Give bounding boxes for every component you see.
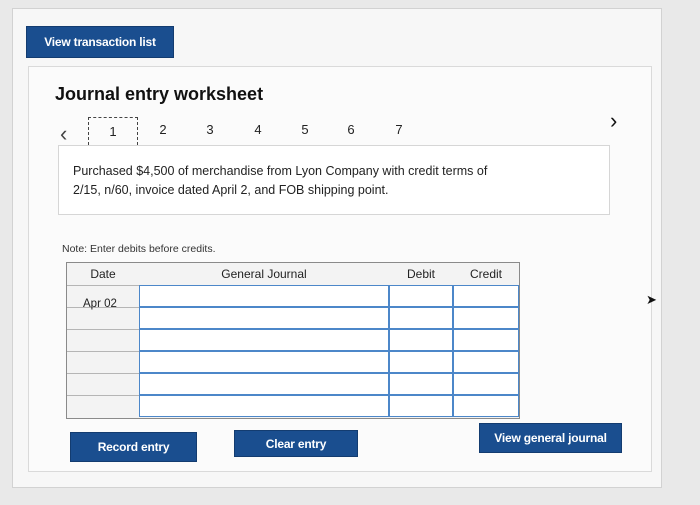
account-input-3[interactable] [139, 329, 389, 351]
credit-input-6[interactable] [453, 395, 519, 417]
credit-input-3[interactable] [453, 329, 519, 351]
debit-input-2[interactable] [389, 307, 453, 329]
account-input-4[interactable] [139, 351, 389, 373]
pager-tab-5[interactable]: 5 [298, 122, 312, 137]
clear-entry-button[interactable]: Clear entry [234, 430, 358, 457]
account-input-1[interactable] [139, 285, 389, 307]
mouse-cursor-icon: ➤ [646, 292, 657, 307]
pager-tab-7[interactable]: 7 [392, 122, 406, 137]
debit-input-5[interactable] [389, 373, 453, 395]
view-transaction-list-button[interactable]: View transaction list [26, 26, 174, 58]
account-input-6[interactable] [139, 395, 389, 417]
description-line-2: 2/15, n/60, invoice dated April 2, and F… [73, 183, 389, 197]
header-credit: Credit [469, 267, 502, 281]
view-general-journal-button[interactable]: View general journal [479, 423, 622, 453]
pager-tab-6[interactable]: 6 [344, 122, 358, 137]
credit-input-2[interactable] [453, 307, 519, 329]
pager-tab-2[interactable]: 2 [156, 122, 170, 137]
debit-input-1[interactable] [389, 285, 453, 307]
debit-input-6[interactable] [389, 395, 453, 417]
account-input-5[interactable] [139, 373, 389, 395]
note-text: Note: Enter debits before credits. [62, 243, 216, 255]
pager-tab-4[interactable]: 4 [251, 122, 265, 137]
date-cell-1: Apr 02 [83, 298, 117, 310]
credit-input-4[interactable] [453, 351, 519, 373]
transaction-description: Purchased $4,500 of merchandise from Lyo… [58, 145, 610, 215]
credit-input-1[interactable] [453, 285, 519, 307]
header-general-journal: General Journal [221, 267, 307, 281]
header-date: Date [90, 267, 116, 281]
record-entry-button[interactable]: Record entry [70, 432, 197, 462]
description-line-1: Purchased $4,500 of merchandise from Lyo… [73, 164, 488, 178]
header-debit: Debit [406, 267, 435, 281]
credit-input-5[interactable] [453, 373, 519, 395]
journal-table: Date General Journal Debit Credit Apr 02 [66, 262, 520, 419]
worksheet-title: Journal entry worksheet [55, 84, 264, 104]
account-input-2[interactable] [139, 307, 389, 329]
pager-tab-3[interactable]: 3 [203, 122, 217, 137]
chevron-left-icon[interactable]: ‹ [60, 121, 67, 147]
chevron-right-icon[interactable]: › [610, 108, 617, 134]
debit-input-4[interactable] [389, 351, 453, 373]
debit-input-3[interactable] [389, 329, 453, 351]
